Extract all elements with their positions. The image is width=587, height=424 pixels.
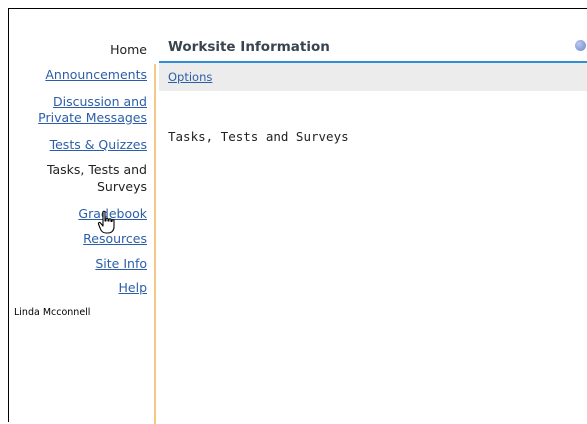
sidebar-nav: Home Announcements Discussion and Privat…: [9, 9, 147, 422]
main-panel: Worksite Information Options Tasks, Test…: [159, 37, 587, 144]
sidebar-divider: [154, 64, 156, 424]
sidebar-item-help[interactable]: Help: [119, 279, 148, 297]
hand-pointer-icon: [97, 210, 115, 234]
page-title: Worksite Information: [168, 39, 330, 55]
user-name: Linda Mcconnell: [14, 307, 91, 318]
sidebar-item-home[interactable]: Home: [110, 41, 147, 59]
help-icon[interactable]: [575, 40, 586, 51]
options-bar: Options: [159, 63, 587, 91]
sidebar-item-tasks-line2[interactable]: Surveys: [97, 178, 147, 196]
title-bar: Worksite Information: [159, 37, 587, 63]
sidebar-item-site-info[interactable]: Site Info: [95, 255, 147, 273]
sidebar-item-discussion-line2[interactable]: Private Messages: [38, 109, 147, 127]
options-link[interactable]: Options: [168, 70, 212, 84]
sidebar-item-tasks-line1[interactable]: Tasks, Tests and: [47, 161, 147, 179]
window-frame: Home Announcements Discussion and Privat…: [8, 8, 587, 424]
sidebar-item-announcements[interactable]: Announcements: [45, 66, 147, 84]
sidebar-item-tests-quizzes[interactable]: Tests & Quizzes: [50, 136, 147, 154]
content-text: Tasks, Tests and Surveys: [168, 129, 349, 144]
